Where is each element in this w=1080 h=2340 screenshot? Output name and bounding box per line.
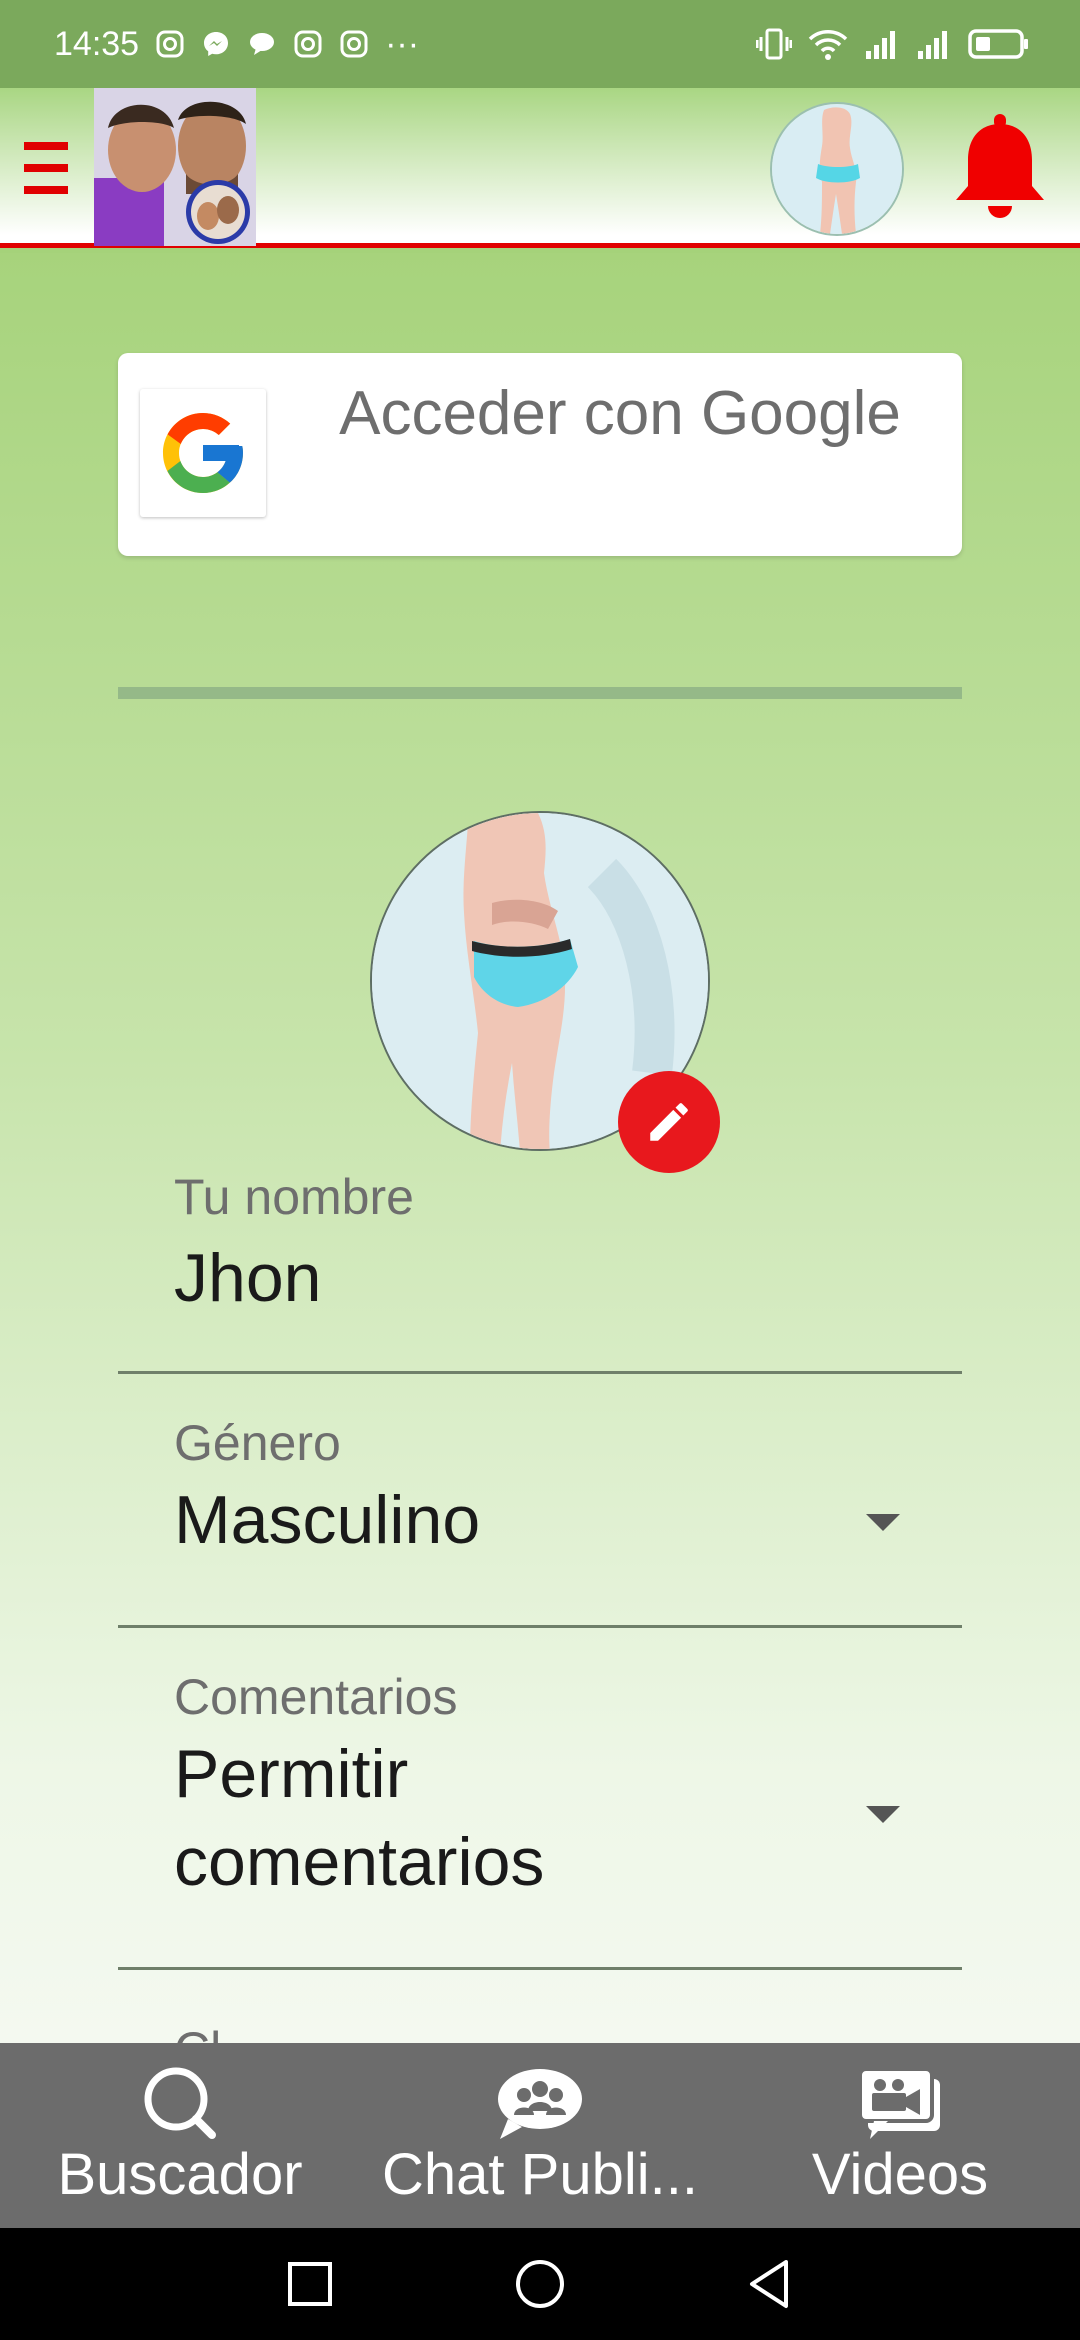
google-signin-label: Acceder con Google (339, 379, 901, 448)
google-signin-button[interactable]: Acceder con Google (118, 353, 962, 556)
name-field-value[interactable]: Jhon (174, 1234, 321, 1322)
name-field[interactable]: Tu nombre Jhon (118, 1160, 962, 1374)
status-right (756, 27, 1030, 61)
system-navigation-bar (0, 2228, 1080, 2340)
nav-label-videos: Videos (811, 2142, 989, 2207)
signal-icon (864, 29, 900, 59)
comments-field-label: Comentarios (174, 1669, 458, 1725)
dropdown-arrow-icon[interactable] (866, 1514, 900, 1531)
instagram-icon (339, 29, 369, 59)
bottom-navigation: Buscador Chat Publi... Videos (0, 2043, 1080, 2228)
google-g-icon (163, 413, 243, 493)
app-logo[interactable] (94, 88, 256, 246)
wifi-icon (808, 27, 848, 61)
nav-item-videos[interactable]: Videos (740, 2043, 1060, 2228)
group-chat-icon (494, 2065, 586, 2146)
search-icon (140, 2065, 220, 2146)
nav-item-buscador[interactable]: Buscador (20, 2043, 340, 2228)
gender-select[interactable]: Género Masculino (118, 1374, 962, 1628)
messenger-icon (201, 29, 231, 59)
gender-field-label: Género (174, 1415, 341, 1471)
chat-bubble-icon (247, 29, 277, 59)
status-left: 14:35 ··· (54, 25, 419, 64)
next-field-label: Cl (174, 2021, 221, 2043)
instagram-icon (293, 29, 323, 59)
battery-icon (968, 28, 1030, 60)
app-bar (0, 88, 1080, 248)
instagram-icon (155, 29, 185, 59)
vibrate-icon (756, 27, 792, 61)
bell-icon[interactable] (950, 114, 1050, 222)
google-logo-container (140, 389, 266, 517)
gender-field-value[interactable]: Masculino (174, 1476, 480, 1564)
back-button[interactable] (740, 2254, 800, 2314)
edit-photo-button[interactable] (618, 1071, 720, 1173)
hamburger-menu-icon[interactable] (22, 136, 70, 200)
user-avatar[interactable] (770, 102, 904, 236)
pencil-icon (650, 1103, 688, 1141)
status-time: 14:35 (54, 24, 140, 63)
status-bar: 14:35 ··· (0, 0, 1080, 88)
dropdown-arrow-icon[interactable] (866, 1806, 900, 1823)
comments-field-value[interactable]: Permitir comentarios (174, 1730, 734, 1906)
profile-content: Acceder con Google Tu nombre Jhon Género… (0, 253, 1080, 2043)
comments-select[interactable]: Comentarios Permitir comentarios (118, 1628, 962, 1970)
nav-item-chat-publico[interactable]: Chat Publi... (340, 2043, 740, 2228)
video-chat-icon (858, 2065, 942, 2150)
signal-icon (916, 29, 952, 59)
recent-apps-button[interactable] (280, 2254, 340, 2314)
more-notifications-indicator: ··· (385, 24, 420, 63)
nav-label-buscador: Buscador (57, 2142, 303, 2207)
section-divider (118, 687, 962, 699)
nav-label-chat-publico: Chat Publi... (382, 2142, 698, 2207)
home-button[interactable] (510, 2254, 570, 2314)
name-field-label: Tu nombre (174, 1169, 414, 1225)
